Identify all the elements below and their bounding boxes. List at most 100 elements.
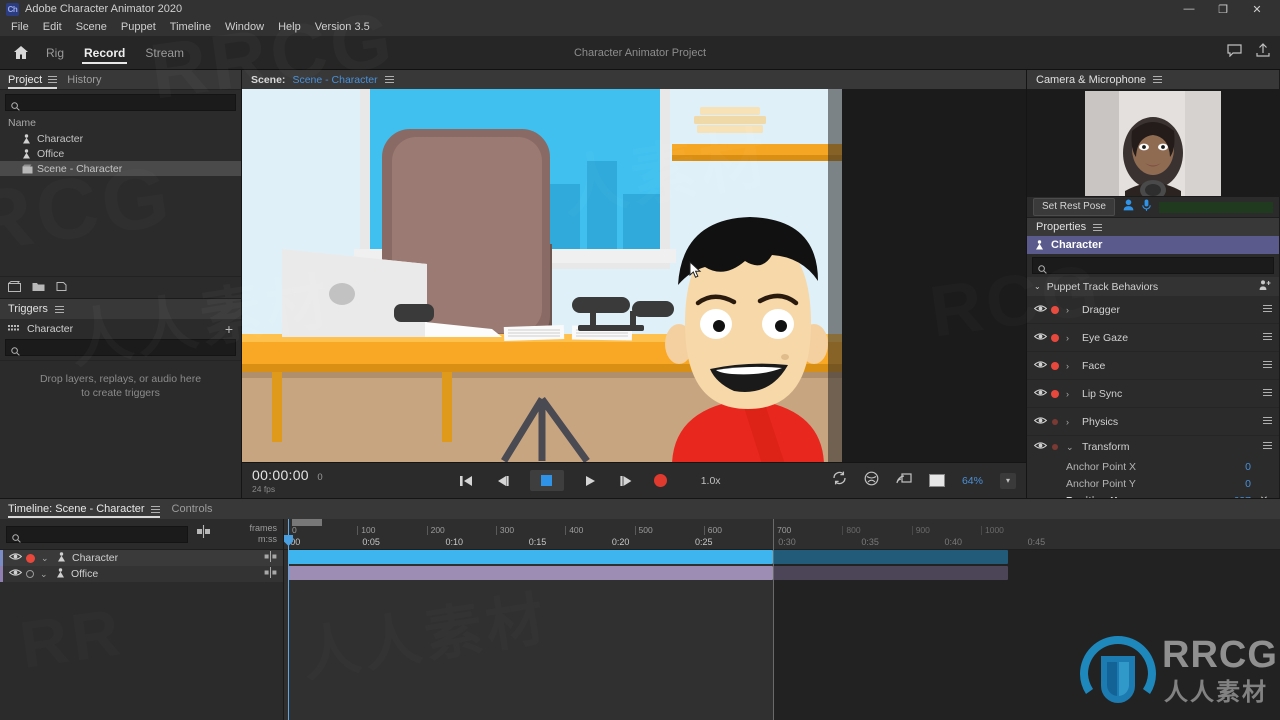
go-to-start-button[interactable] xyxy=(458,473,476,489)
playhead[interactable] xyxy=(288,519,289,720)
loop-icon[interactable] xyxy=(832,471,847,490)
behavior-menu-icon[interactable] xyxy=(1263,303,1272,317)
new-puppet-icon[interactable] xyxy=(56,279,67,297)
visibility-eye-icon[interactable] xyxy=(1033,416,1048,428)
panel-tab-history[interactable]: History xyxy=(67,70,101,90)
arm-for-record-toggle[interactable] xyxy=(26,570,34,578)
chevron-down-icon[interactable]: ⌄ xyxy=(41,553,50,564)
behavior-menu-icon[interactable] xyxy=(1263,359,1272,373)
visibility-eye-icon[interactable] xyxy=(1033,332,1048,344)
reset-property-button[interactable]: ✕ xyxy=(1257,495,1271,498)
project-item-scene-character[interactable]: Scene - Character xyxy=(0,161,241,176)
property-row-anchor-point-x[interactable]: Anchor Point X 0 xyxy=(1027,458,1279,475)
arm-for-record-toggle[interactable] xyxy=(1052,418,1058,425)
timeline-clip-character[interactable] xyxy=(288,550,774,564)
share-icon[interactable] xyxy=(1256,43,1270,62)
behavior-menu-icon[interactable] xyxy=(1263,331,1272,345)
timeline-ruler-and-clips[interactable]: 0 100 200 300 400 500 600 700 800 900 1000:00 0:05 0… xyxy=(284,519,1280,720)
properties-menu-icon[interactable] xyxy=(1093,222,1103,233)
chevron-right-icon[interactable]: › xyxy=(1066,305,1075,315)
timeline-menu-icon[interactable] xyxy=(150,504,160,515)
record-button[interactable] xyxy=(653,474,667,487)
property-row-anchor-point-y[interactable]: Anchor Point Y 0 xyxy=(1027,475,1279,492)
properties-search-box[interactable] xyxy=(1032,257,1274,274)
triggers-search-box[interactable] xyxy=(5,339,236,356)
set-rest-pose-button[interactable]: Set Rest Pose xyxy=(1033,198,1115,216)
arm-for-record-toggle[interactable] xyxy=(1052,444,1058,450)
triggers-menu-icon[interactable] xyxy=(54,304,64,315)
snap-icon[interactable] xyxy=(196,525,211,543)
behavior-menu-icon[interactable] xyxy=(1263,331,1272,342)
add-trigger-button[interactable]: + xyxy=(225,322,233,336)
property-value[interactable]: 0 xyxy=(1245,461,1251,473)
menu-puppet[interactable]: Puppet xyxy=(114,18,163,36)
stream-icon[interactable] xyxy=(896,471,912,490)
work-area-end-marker[interactable] xyxy=(773,519,775,720)
menu-timeline[interactable]: Timeline xyxy=(163,18,218,36)
visibility-eye-icon[interactable] xyxy=(1033,441,1048,453)
menu-file[interactable]: File xyxy=(4,18,36,36)
menu-version-3-5[interactable]: Version 3.5 xyxy=(308,18,377,36)
visibility-eye-icon[interactable] xyxy=(1033,360,1048,372)
camera-tracking-icon[interactable] xyxy=(864,471,879,491)
scene-menu-icon[interactable] xyxy=(384,74,394,85)
chevron-right-icon[interactable]: › xyxy=(1066,361,1075,371)
transform-menu-icon[interactable] xyxy=(1263,440,1272,454)
properties-search-input[interactable] xyxy=(1052,260,1268,271)
behavior-row-dragger[interactable]: › Dragger xyxy=(1027,296,1279,324)
triggers-puppet-row[interactable]: Character + xyxy=(0,319,241,339)
triggers-drop-area[interactable]: Drop layers, replays, or audio here to c… xyxy=(0,360,241,498)
close-button[interactable]: ✕ xyxy=(1240,0,1274,18)
timeline-search-box[interactable] xyxy=(6,525,188,543)
step-forward-button[interactable] xyxy=(618,473,636,489)
chevron-right-icon[interactable]: › xyxy=(1066,333,1075,343)
menu-help[interactable]: Help xyxy=(271,18,308,36)
workspace-tab-record[interactable]: Record xyxy=(82,36,128,69)
minimize-button[interactable]: — xyxy=(1172,0,1206,18)
zoom-level[interactable]: 64% xyxy=(962,475,983,487)
play-button[interactable] xyxy=(582,473,600,489)
property-value[interactable]: 0 xyxy=(1245,478,1251,490)
timeline-tab-controls[interactable]: Controls xyxy=(172,499,213,519)
behavior-menu-icon[interactable] xyxy=(1263,415,1272,429)
step-back-button[interactable] xyxy=(494,473,512,489)
behavior-row-eye-gaze[interactable]: › Eye Gaze xyxy=(1027,324,1279,352)
visibility-eye-icon[interactable] xyxy=(1033,388,1048,400)
new-folder-icon[interactable] xyxy=(32,279,45,297)
chevron-right-icon[interactable]: › xyxy=(1066,389,1075,399)
scene-stage[interactable] xyxy=(242,89,1026,462)
menu-edit[interactable]: Edit xyxy=(36,18,69,36)
project-search-box[interactable] xyxy=(5,94,236,111)
arm-for-record-toggle[interactable] xyxy=(26,553,35,563)
visibility-eye-icon[interactable] xyxy=(8,552,23,564)
home-icon[interactable] xyxy=(10,42,32,64)
add-behavior-icon[interactable] xyxy=(1259,279,1272,294)
chevron-down-icon[interactable]: ⌄ xyxy=(40,569,49,580)
timeline-ruler[interactable]: 0 100 200 300 400 500 600 700 800 900 1000:00 0:05 0… xyxy=(284,519,1280,550)
microphone-icon[interactable] xyxy=(1142,198,1151,216)
workspace-tab-rig[interactable]: Rig xyxy=(44,36,66,69)
behavior-row-lip-sync[interactable]: › Lip Sync xyxy=(1027,380,1279,408)
behavior-row-transform[interactable]: ⌄ Transform xyxy=(1027,436,1279,458)
timeline-search-input[interactable] xyxy=(26,528,182,540)
puppet-track-behaviors-header[interactable]: ⌄ Puppet Track Behaviors xyxy=(1027,277,1279,296)
menu-scene[interactable]: Scene xyxy=(69,18,114,36)
visibility-eye-icon[interactable] xyxy=(8,568,23,580)
selected-puppet-row[interactable]: Character xyxy=(1027,236,1279,254)
chevron-down-icon[interactable]: ▾ xyxy=(999,472,1016,489)
property-value[interactable]: 637 xyxy=(1233,495,1251,499)
transform-menu-icon[interactable] xyxy=(1263,440,1272,451)
scene-name[interactable]: Scene - Character xyxy=(292,74,377,86)
behavior-menu-icon[interactable] xyxy=(1263,415,1272,426)
scene-canvas[interactable] xyxy=(242,89,842,462)
arm-for-record-toggle[interactable] xyxy=(1051,333,1059,342)
comment-icon[interactable] xyxy=(1227,43,1242,62)
behavior-menu-icon[interactable] xyxy=(1263,387,1272,398)
triggers-search-input[interactable] xyxy=(25,342,230,353)
camera-menu-icon[interactable] xyxy=(1153,74,1163,85)
camera-preview[interactable] xyxy=(1027,89,1279,197)
chevron-right-icon[interactable]: › xyxy=(1066,417,1075,427)
behavior-row-physics[interactable]: › Physics xyxy=(1027,408,1279,436)
arm-for-record-toggle[interactable] xyxy=(1051,389,1059,398)
project-menu-icon[interactable] xyxy=(48,74,58,85)
